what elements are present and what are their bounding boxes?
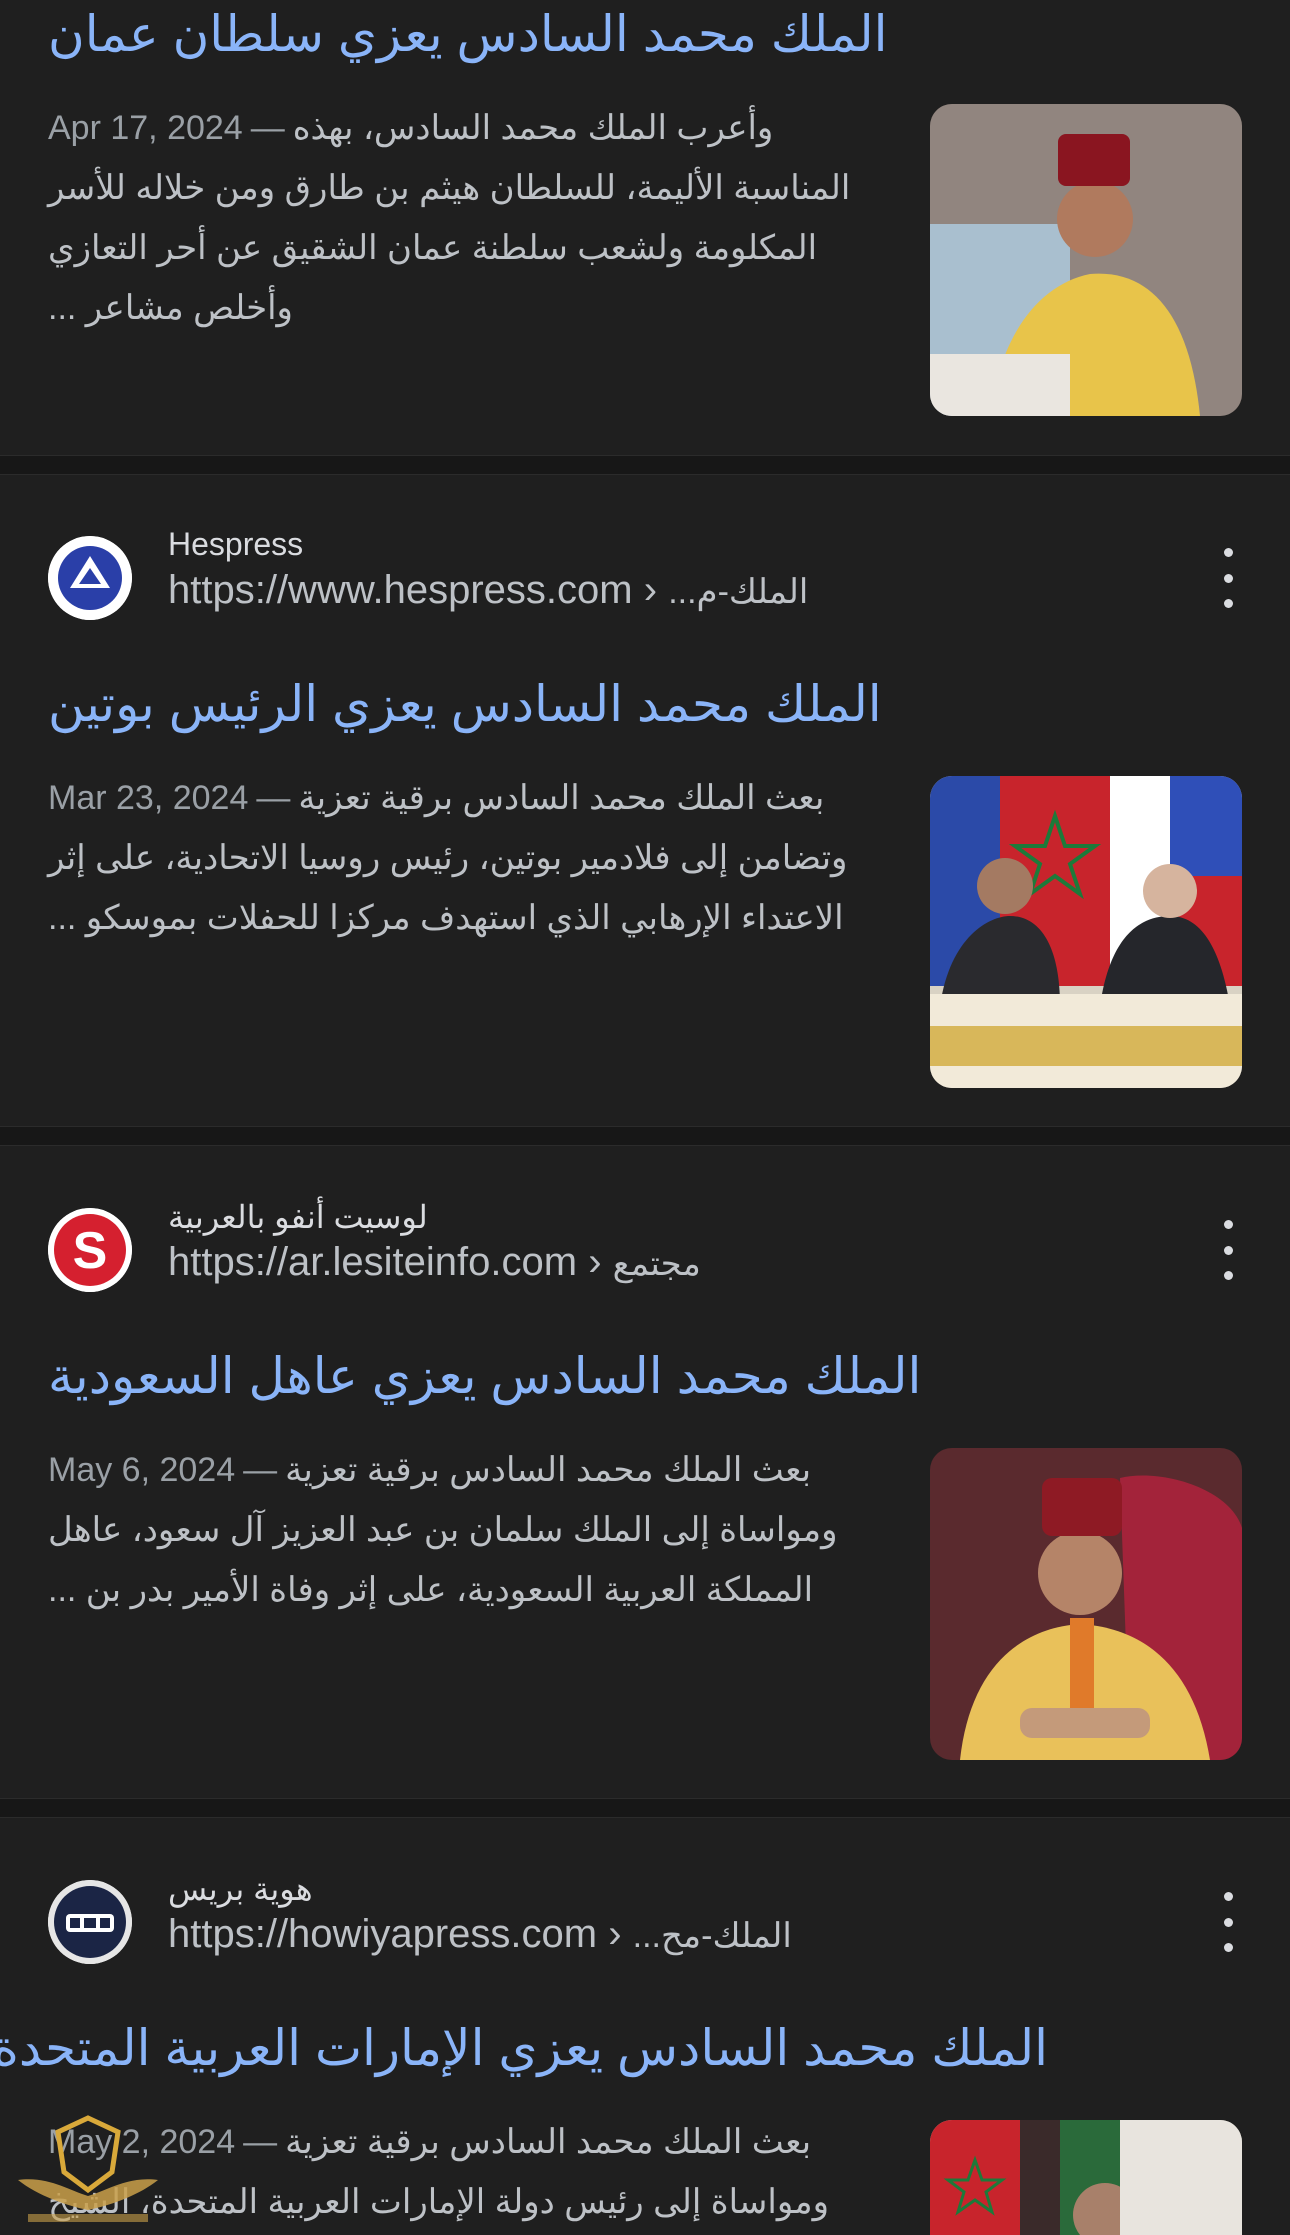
- result-source[interactable]: Hespress https://www.hespress.com › المل…: [48, 526, 1248, 636]
- result-date: Mar 23, 2024: [48, 779, 249, 817]
- result-title-link[interactable]: الملك محمد السادس يعزي سلطان عمان: [48, 4, 1048, 64]
- more-vert-icon[interactable]: [1216, 548, 1240, 608]
- search-result-1: Hespress https://www.hespress.com › المل…: [0, 474, 1290, 1124]
- result-snippet: May 6, 2024— بعث الملك محمد السادس برقية …: [48, 1440, 888, 1620]
- url-path: الملك-مح...: [632, 1917, 792, 1955]
- result-snippet: Apr 17, 2024— وأعرب الملك محمد السادس، به…: [48, 98, 888, 338]
- url-separator: ›: [588, 1240, 602, 1284]
- url-domain: https://howiyapress.com: [168, 1912, 598, 1956]
- source-url: https://ar.lesiteinfo.com › مجتمع: [168, 1240, 701, 1285]
- result-date: Apr 17, 2024: [48, 109, 243, 147]
- forum-watermark-logo: [8, 2110, 168, 2230]
- url-domain: https://ar.lesiteinfo.com: [168, 1240, 578, 1284]
- url-separator: ›: [608, 1912, 622, 1956]
- svg-text:S: S: [73, 1222, 108, 1280]
- result-date: May 6, 2024: [48, 1451, 236, 1489]
- date-separator: —: [250, 109, 285, 147]
- url-path: مجتمع: [612, 1245, 701, 1283]
- lesiteinfo-s-logo-icon: S: [48, 1208, 132, 1292]
- url-domain: https://www.hespress.com: [168, 568, 633, 612]
- result-title-link[interactable]: الملك محمد السادس يعزي الرئيس بوتين: [48, 674, 1048, 734]
- more-vert-icon[interactable]: [1216, 1892, 1240, 1952]
- results-divider: [0, 1126, 1290, 1146]
- result-title-link[interactable]: الملك محمد السادس يعزي عاهل السعودية: [48, 1346, 1048, 1406]
- result-snippet: Mar 23, 2024— بعث الملك محمد السادس برقية…: [48, 768, 888, 948]
- search-result-2: S لوسيت أنفو بالعربية https://ar.lesitei…: [0, 1146, 1290, 1796]
- result-thumbnail[interactable]: [930, 104, 1242, 416]
- howiyapress-logo-icon: [48, 1880, 132, 1964]
- result-snippet: May 2, 2024— بعث الملك محمد السادس برقية …: [48, 2112, 888, 2232]
- source-name: لوسيت أنفو بالعربية: [168, 1199, 428, 1235]
- source-name: هوية بريس: [168, 1871, 313, 1907]
- date-separator: —: [256, 779, 291, 817]
- result-title-link[interactable]: الملك محمد السادس يعزي الإمارات العربية …: [0, 2018, 1048, 2078]
- result-source[interactable]: هوية بريس https://howiyapress.com › المل…: [48, 1871, 1248, 1980]
- url-path: الملك-م...: [668, 573, 809, 611]
- source-url: https://howiyapress.com › الملك-مح...: [168, 1912, 792, 1957]
- source-name: Hespress: [168, 526, 304, 562]
- date-separator: —: [243, 1451, 278, 1489]
- result-thumbnail[interactable]: [930, 1448, 1242, 1760]
- result-thumbnail[interactable]: [930, 776, 1242, 1088]
- source-url: https://www.hespress.com › الملك-م...: [168, 568, 808, 613]
- search-result-3: هوية بريس https://howiyapress.com › المل…: [0, 1818, 1290, 2235]
- more-vert-icon[interactable]: [1216, 1220, 1240, 1280]
- results-divider: [0, 455, 1290, 475]
- result-source[interactable]: S لوسيت أنفو بالعربية https://ar.lesitei…: [48, 1199, 1248, 1308]
- search-result-0: الملك محمد السادس يعزي سلطان عمان Apr 17…: [0, 0, 1290, 455]
- date-separator: —: [243, 2123, 278, 2161]
- results-divider: [0, 1798, 1290, 1818]
- url-separator: ›: [643, 568, 658, 612]
- hespress-logo-icon: [48, 536, 132, 620]
- result-thumbnail[interactable]: [930, 2120, 1242, 2235]
